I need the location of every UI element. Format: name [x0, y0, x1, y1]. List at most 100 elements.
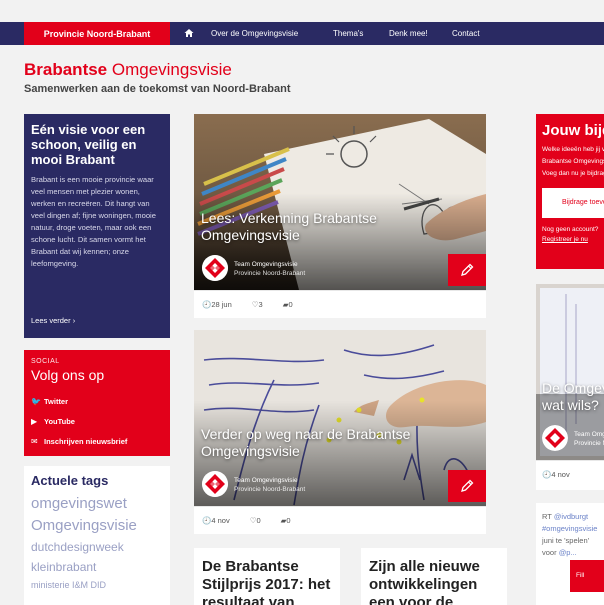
- page: Provincie Noord-Brabant Over de Omgeving…: [0, 0, 604, 605]
- youtube-link[interactable]: ▶ YouTube: [31, 411, 163, 431]
- tweet-text: juni te 'spelen': [542, 536, 590, 545]
- article-card[interactable]: De Omgevingswet, wat wils? Team Omgeving…: [536, 284, 604, 490]
- account-text: Nog geen account? Registreer je nu: [542, 225, 598, 245]
- page-title[interactable]: Brabantse Omgevingsvisie: [24, 60, 232, 80]
- tweet-panel: RT @ivdburgt #omgevingsvisie juni te 'sp…: [536, 503, 604, 605]
- tag-link[interactable]: Omgevingsvisie: [31, 515, 163, 537]
- tag-link[interactable]: ministerie I&M DID: [31, 577, 163, 593]
- province-logo-icon: [202, 255, 228, 281]
- newsletter-label: Inschrijven nieuwsbrief: [44, 436, 128, 446]
- tweet-hashtag[interactable]: #omgevingsvisie: [542, 523, 598, 535]
- comment-text: 0: [286, 516, 291, 525]
- contribute-line: Voeg dan nu je bijdrage toe: [542, 170, 604, 177]
- like-count[interactable]: ♡0: [250, 516, 261, 525]
- social-label: SOCIAL: [31, 358, 60, 365]
- province-logo-icon: [542, 425, 568, 451]
- tag-link[interactable]: omgevingswet: [31, 493, 163, 515]
- tweet-link[interactable]: @p...: [559, 548, 577, 557]
- newsletter-link[interactable]: ✉ Inschrijven nieuwsbrief: [31, 431, 163, 451]
- tag-link[interactable]: dutchdesignweek: [31, 537, 163, 557]
- province-logo-icon: [202, 471, 228, 497]
- clock-icon: 🕘: [202, 300, 212, 309]
- article-author: Team Omgevingsvisie Provincie Noord-Brab…: [234, 260, 305, 278]
- vision-body: Brabant is een mooie provincie waar veel…: [31, 175, 156, 268]
- author-name: Team Omgevingsvisie: [234, 261, 298, 268]
- nav-item-over[interactable]: Over de Omgevingsvisie: [211, 22, 298, 45]
- article-title[interactable]: De Omgevingswet, wat wils?: [542, 380, 604, 414]
- clock-icon: 🕘: [542, 470, 552, 479]
- home-icon[interactable]: [184, 28, 194, 38]
- article-card[interactable]: Zijn alle nieuwe ontwikkelingen een voor…: [361, 548, 507, 605]
- register-link[interactable]: Registreer je nu: [542, 235, 598, 245]
- comment-count[interactable]: ▰0: [281, 516, 291, 525]
- avatar: [542, 425, 568, 451]
- avatar: [202, 471, 228, 497]
- pencil-icon: [461, 263, 474, 276]
- article-card[interactable]: Verder op weg naar de Brabantse Omgeving…: [194, 330, 486, 534]
- page-title-rest: Omgevingsvisie: [107, 60, 232, 79]
- article-stats: 🕘28 jun ♡3 ▰0: [194, 290, 486, 318]
- author-org: Provincie Noord-Brabant: [234, 486, 306, 493]
- article-card[interactable]: De Brabantse Stijlprijs 2017: het result…: [194, 548, 340, 605]
- tweet-line: RT @ivdburgt: [542, 511, 598, 523]
- tweet-text: voor: [542, 548, 559, 557]
- author-org: Provincie Noord-Brabant: [234, 270, 306, 277]
- nav-item-denk-mee[interactable]: Denk mee!: [389, 22, 428, 45]
- youtube-icon: ▶: [31, 416, 38, 426]
- social-heading: Volg ons op: [31, 367, 105, 383]
- author-name: Team Omgevingsvisie: [234, 477, 298, 484]
- top-navigation: Provincie Noord-Brabant Over de Omgeving…: [0, 22, 604, 45]
- clock-icon: 🕘: [202, 516, 212, 525]
- no-account-text: Nog geen account?: [542, 226, 599, 233]
- twitter-icon: 🐦: [31, 396, 41, 406]
- article-date: 🕘4 nov: [202, 516, 230, 525]
- page-title-bold: Brabantse: [24, 60, 108, 79]
- heart-icon: ♡: [251, 300, 259, 309]
- like-text: 3: [258, 300, 263, 309]
- article-date: 🕘28 jun: [202, 300, 232, 309]
- comment-text: 0: [288, 300, 293, 309]
- author-org: Provincie Noord-Brabant: [574, 440, 604, 447]
- filter-button[interactable]: Fill: [570, 560, 604, 592]
- like-count[interactable]: ♡3: [252, 300, 263, 309]
- avatar: [202, 255, 228, 281]
- article-author: Team Omgevingsvisie Provincie Noord-Brab…: [574, 430, 604, 448]
- article-title[interactable]: Verder op weg naar de Brabantse Omgeving…: [201, 426, 466, 460]
- tweet-line: voor @p...: [542, 547, 598, 559]
- read-more-link[interactable]: Lees verder ›: [31, 316, 75, 325]
- date-text: 28 jun: [211, 300, 232, 309]
- twitter-link[interactable]: 🐦 Twitter: [31, 391, 163, 411]
- pencil-icon: [461, 479, 474, 492]
- nav-item-contact[interactable]: Contact: [452, 22, 480, 45]
- twitter-label: Twitter: [44, 396, 69, 406]
- article-stats: 🕘4 nov ♡0 ▰0: [194, 506, 486, 534]
- article-card[interactable]: Lees: Verkenning Brabantse Omgevingsvisi…: [194, 114, 486, 318]
- date-text: 4 nov: [551, 470, 570, 479]
- tweet-rt: RT: [542, 512, 554, 521]
- tags-heading: Actuele tags: [31, 473, 109, 488]
- contribute-line: Welke ideeën heb jij voor de: [542, 146, 604, 153]
- brand-logo[interactable]: Provincie Noord-Brabant: [24, 22, 170, 45]
- comment-count[interactable]: ▰0: [283, 300, 293, 309]
- like-text: 0: [256, 516, 261, 525]
- social-panel: SOCIAL Volg ons op 🐦 Twitter ▶ YouTube ✉…: [24, 350, 170, 456]
- author-name: Team Omgevingsvisie: [574, 431, 604, 438]
- vision-panel: Eén visie voor een schoon, veilig en moo…: [24, 114, 170, 338]
- edit-button[interactable]: [448, 470, 486, 502]
- edit-button[interactable]: [448, 254, 486, 286]
- contribute-panel: Jouw bijdrage Welke ideeën heb jij voor …: [536, 114, 604, 269]
- tag-link[interactable]: kleinbrabant: [31, 557, 163, 577]
- contribute-button[interactable]: Bijdrage toevoegen: [542, 188, 604, 218]
- page-subtitle: Samenwerken aan de toekomst van Noord-Br…: [24, 83, 291, 95]
- contribute-line: Brabantse Omgevingsvisie?: [542, 158, 604, 165]
- article-title[interactable]: De Brabantse Stijlprijs 2017: het result…: [202, 558, 332, 605]
- tweet-handle[interactable]: @ivdburgt: [554, 512, 588, 521]
- youtube-label: YouTube: [44, 416, 75, 426]
- article-title[interactable]: Lees: Verkenning Brabantse Omgevingsvisi…: [201, 210, 466, 244]
- article-title[interactable]: Zijn alle nieuwe ontwikkelingen een voor…: [369, 558, 499, 605]
- mail-icon: ✉: [31, 436, 38, 446]
- contribute-title: Jouw bijdrage: [542, 122, 604, 139]
- nav-item-themas[interactable]: Thema's: [333, 22, 363, 45]
- tags-panel: Actuele tags omgevingswet Omgevingsvisie…: [24, 466, 170, 605]
- article-stats: 🕘4 nov: [536, 460, 604, 490]
